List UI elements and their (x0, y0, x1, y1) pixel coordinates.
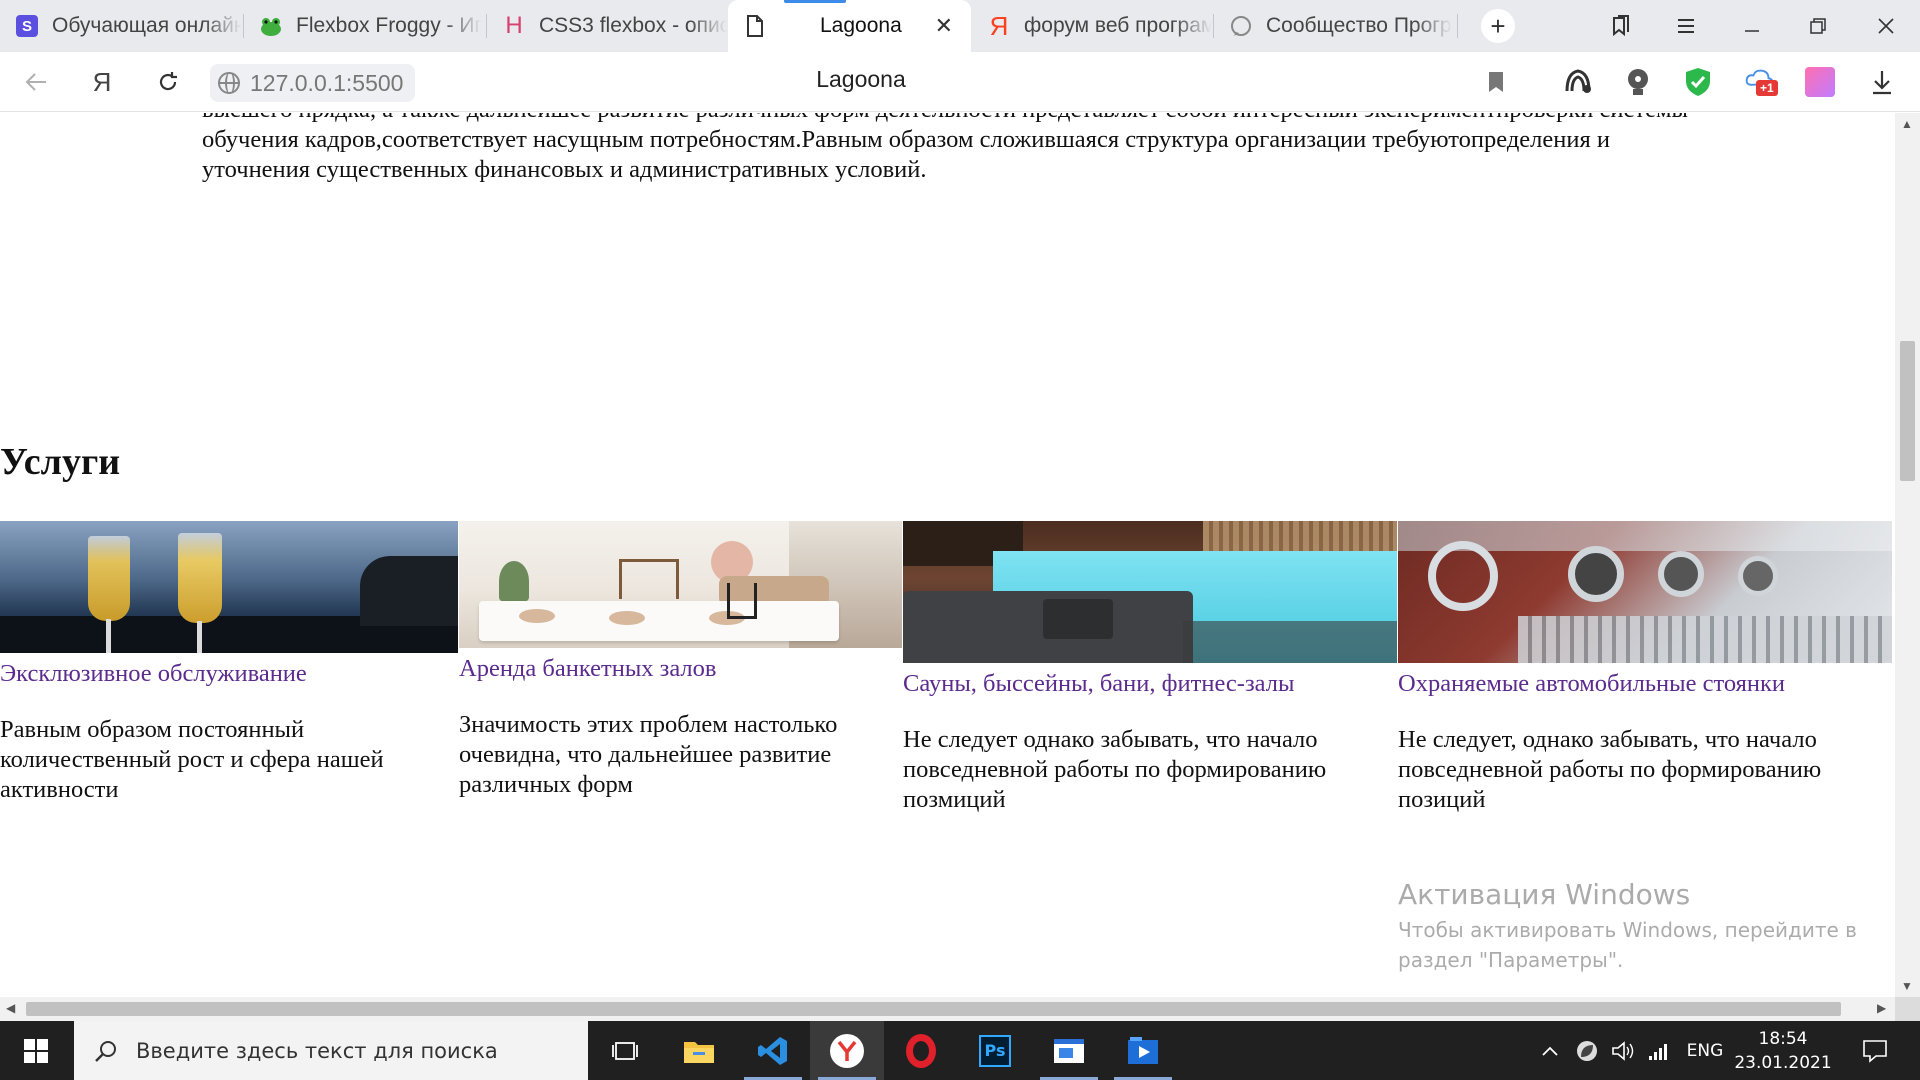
service-link[interactable]: Сауны, быссейны, бани, фитнес-залы (903, 669, 1397, 699)
search-icon (94, 1039, 118, 1063)
clock-date: 23.01.2021 (1734, 1053, 1832, 1073)
window-app-icon[interactable] (1032, 1021, 1106, 1080)
scroll-right-icon[interactable]: ▶ (1877, 1001, 1886, 1015)
yandex-icon: Я (989, 10, 1009, 41)
services-heading: Услуги (0, 441, 121, 483)
page-viewport: высшего прядка, а также дальнейшее разви… (0, 113, 1895, 997)
tab-title: Сообщество Прогр (1266, 14, 1452, 37)
lightbulb-extension-icon[interactable] (1622, 66, 1654, 98)
tab-title: CSS3 flexbox - опис (539, 14, 727, 37)
task-view-icon[interactable] (588, 1021, 662, 1080)
page-title: Lagoona (816, 66, 906, 92)
vscode-icon[interactable] (736, 1021, 810, 1080)
chat-icon (1230, 15, 1252, 37)
tab-strip: S Обучающая онлайн Flexbox Froggy - Иг H… (0, 0, 1920, 52)
restore-icon[interactable] (1800, 8, 1836, 44)
cloud-save-icon[interactable]: +1 (1744, 66, 1778, 98)
media-player-icon[interactable] (1106, 1021, 1180, 1080)
banquet-hall-image (459, 521, 902, 648)
tab-title: Lagoona (820, 14, 902, 37)
service-description: Значимость этих проблем настолько очевид… (459, 711, 838, 798)
shield-check-icon[interactable] (1682, 66, 1714, 98)
vpn-extension-icon[interactable] (1562, 66, 1594, 98)
taskbar-search-field[interactable]: Введите здесь текст для поиска (74, 1021, 588, 1080)
tab-flexbox-froggy[interactable]: Flexbox Froggy - Иг (244, 0, 486, 52)
chevron-up-icon[interactable] (1534, 1021, 1566, 1080)
minimize-icon[interactable] (1734, 8, 1770, 44)
new-tab-button[interactable]: + (1481, 9, 1515, 43)
gradient-extension-icon[interactable] (1804, 66, 1836, 98)
watermark-line: Чтобы активировать Windows, перейдите в (1398, 918, 1857, 942)
frog-icon (260, 15, 282, 37)
close-tab-icon[interactable]: ✕ (935, 13, 953, 39)
opera-icon[interactable] (884, 1021, 958, 1080)
service-card: Аренда банкетных залов Значимость этих п… (459, 521, 902, 800)
network-signal-icon[interactable] (1642, 1021, 1676, 1080)
clock-time: 18:54 (1758, 1029, 1808, 1049)
tab-obuchayushchaya[interactable]: S Обучающая онлайн (0, 0, 242, 52)
windows-activation-watermark: Активация Windows Чтобы активировать Win… (1398, 878, 1857, 975)
parking-cars-image (1398, 521, 1892, 663)
tab-lagoona[interactable]: Lagoona ✕ (728, 0, 971, 52)
watermark-line: раздел "Параметры". (1398, 948, 1624, 972)
notification-center-icon[interactable] (1852, 1021, 1898, 1080)
tab-title: форум веб програм (1024, 14, 1212, 37)
volume-icon[interactable] (1606, 1021, 1640, 1080)
champagne-image (0, 521, 458, 653)
scrollbar-corner (1895, 997, 1920, 1021)
horizontal-scrollbar[interactable]: ◀ ▶ (0, 997, 1895, 1021)
service-description: Не следует однако забывать, что начало п… (903, 726, 1327, 813)
service-card: Эксклюзивное обслуживание Равным образом… (0, 521, 458, 805)
service-card: Охраняемые автомобильные стоянки Не след… (1398, 521, 1892, 815)
tab-title: Flexbox Froggy - Иг (296, 14, 483, 37)
tab-separator (1457, 14, 1458, 38)
service-link[interactable]: Охраняемые автомобильные стоянки (1398, 669, 1892, 699)
address-bar: Я 127.0.0.1:5500 Lagoona +1 (0, 52, 1920, 112)
search-placeholder: Введите здесь текст для поиска (136, 1038, 498, 1063)
taskbar-clock[interactable]: 18:54 23.01.2021 (1728, 1027, 1838, 1075)
tab-favicon-s: S (16, 15, 38, 37)
file-explorer-icon[interactable] (662, 1021, 736, 1080)
notification-badge: +1 (1756, 80, 1778, 96)
menu-icon[interactable] (1668, 8, 1704, 44)
download-icon[interactable] (1866, 66, 1898, 98)
pool-image (903, 521, 1397, 663)
scroll-left-icon[interactable]: ◀ (6, 1001, 15, 1015)
intro-paragraph: высшего прядка, а также дальнейшее разви… (202, 113, 1688, 183)
tab-forum-veb[interactable]: Я форум веб програм (972, 0, 1212, 52)
photoshop-icon[interactable]: Ps (958, 1021, 1032, 1080)
watermark-title: Активация Windows (1398, 878, 1691, 911)
vertical-scroll-thumb[interactable] (1900, 341, 1915, 481)
vertical-scrollbar[interactable]: ▲ ▼ (1895, 113, 1920, 997)
leaf-icon[interactable] (1570, 1021, 1604, 1080)
close-window-icon[interactable] (1868, 8, 1904, 44)
service-description: Не следует, однако забывать, что начало … (1398, 726, 1822, 813)
tab-soobshchestvo[interactable]: Сообщество Прогр (1214, 0, 1456, 52)
service-description: Равным образом постоянный количественный… (0, 716, 384, 803)
scroll-up-icon[interactable]: ▲ (1901, 117, 1913, 131)
windows-start-icon[interactable] (0, 1021, 72, 1080)
service-link[interactable]: Аренда банкетных залов (459, 654, 902, 684)
tab-css3-flexbox[interactable]: H CSS3 flexbox - опис (487, 0, 727, 52)
horizontal-scroll-thumb[interactable] (26, 1002, 1841, 1016)
service-link[interactable]: Эксклюзивное обслуживание (0, 659, 458, 689)
bookmarks-panel-icon[interactable] (1602, 8, 1638, 44)
taskbar: Введите здесь текст для поиска Ps ENG 18… (0, 1021, 1920, 1080)
yandex-browser-icon[interactable] (810, 1021, 884, 1080)
bookmark-icon[interactable] (1480, 66, 1512, 98)
tab-favicon-h: H (505, 12, 523, 39)
language-indicator[interactable]: ENG (1680, 1021, 1730, 1080)
service-card: Сауны, быссейны, бани, фитнес-залы Не сл… (903, 521, 1397, 815)
scroll-down-icon[interactable]: ▼ (1901, 979, 1913, 993)
page-icon (744, 15, 766, 37)
tab-title: Обучающая онлайн (52, 14, 242, 37)
